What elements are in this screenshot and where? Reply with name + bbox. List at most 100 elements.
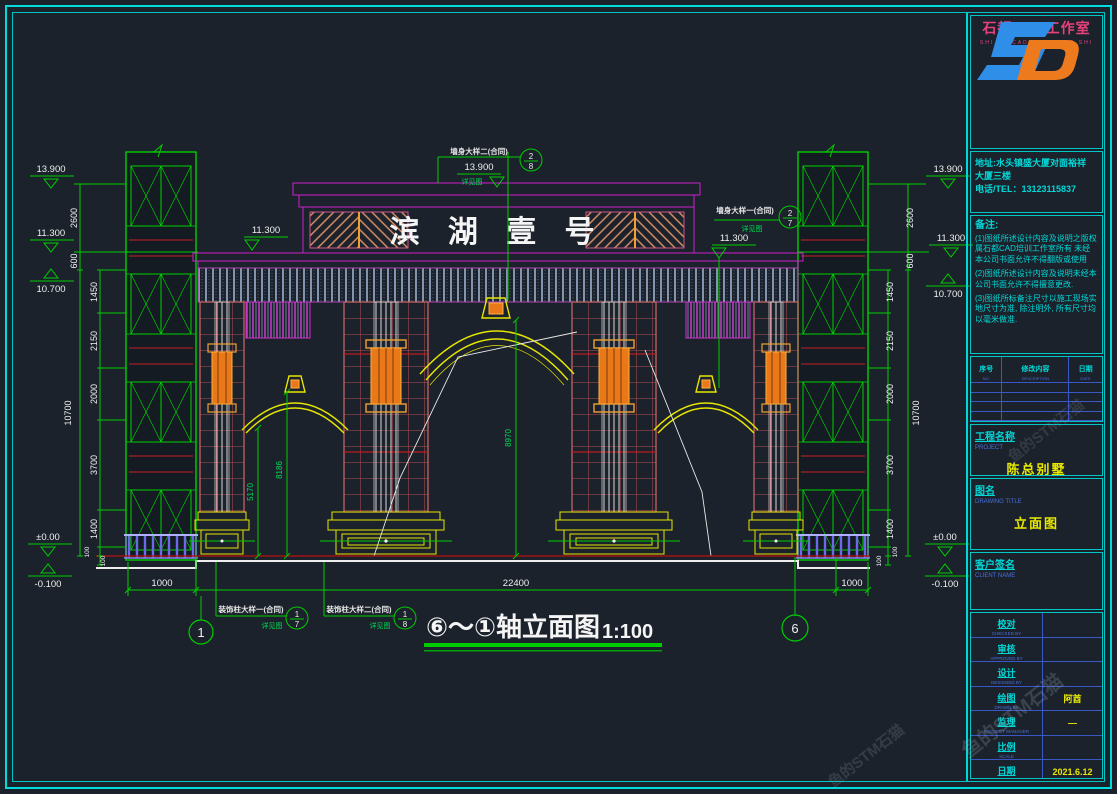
dim-text: 2150 <box>885 331 895 351</box>
dim-text: 1450 <box>885 282 895 302</box>
elev-text: -0.100 <box>35 579 62 590</box>
callout-fraction: 7 <box>295 620 300 629</box>
dim-text: 1000 <box>151 578 172 589</box>
callout-see: 详见图 <box>742 224 763 233</box>
dim-text: 3700 <box>89 455 99 475</box>
elev-text: ±0.00 <box>36 532 60 543</box>
row-designed-by: 设计DESIGNED BY <box>971 662 1102 687</box>
dim-text: 8186 <box>275 461 284 479</box>
callout-fraction: 1 <box>403 610 408 619</box>
title-block: 石都CAD工作室 SHI DU CAD GONG ZUO SHI 地址:水头镇盛… <box>966 13 1105 781</box>
dim-text: 1400 <box>89 519 99 539</box>
drawing-title-label-en: DRAWING TITLE <box>975 499 1098 505</box>
dim-text: 1450 <box>89 282 99 302</box>
rev-row-empty <box>971 412 1102 422</box>
elev-text: 13.900 <box>933 164 962 175</box>
dim-text: 2000 <box>885 384 895 404</box>
note-3: (3)图纸所标备注尺寸以施工现场实地尺寸为准, 除注明外, 所有尺寸均以毫米做准… <box>975 294 1098 325</box>
dim-text: 10700 <box>911 400 921 425</box>
elev-text: -0.100 <box>932 579 959 590</box>
row-approved-by: 审核APPROVED BY <box>971 638 1102 663</box>
notes-title: 备注: <box>975 219 1098 232</box>
callout-fraction: 2 <box>788 209 793 218</box>
dim-text: 2150 <box>89 331 99 351</box>
callout-fraction: 7 <box>788 219 793 228</box>
callout-fraction: 8 <box>529 162 534 171</box>
arches <box>242 298 758 433</box>
drawing-title-value: 立面图 <box>975 513 1098 532</box>
callout-label: 装饰柱大样二(合同) <box>326 604 392 614</box>
note-2: (2)图纸所述设计内容及说明未经本公司书面允许不得擅意更改. <box>975 269 1098 290</box>
elev-text: 13.900 <box>36 164 65 175</box>
elev-text: 11.300 <box>37 228 65 239</box>
row-checked-by: 校对CHECKED BY <box>971 613 1102 638</box>
address-line2: 大厦三楼 <box>975 170 1098 183</box>
gate-sign-text: 滨 湖 壹 号 <box>389 215 604 249</box>
note-1: (1)图纸所述设计内容及说明之版权属石都CAD培训工作室所有 未经本公司书面允许… <box>975 234 1098 265</box>
elev-text: ±0.00 <box>933 532 957 543</box>
project-label: 工程名称 <box>975 432 1015 443</box>
revision-table: 序号NO. 修改内容DESCRIPTION 日期DATE <box>970 356 1103 422</box>
drawing-title: ⑥～①轴立面图 1:100 <box>424 612 662 652</box>
elev-text: 11.300 <box>252 225 280 236</box>
callout-label: 墙身大样一(合同) <box>716 205 774 215</box>
dim-text: 3700 <box>885 455 895 475</box>
client-section: 客户签名 CLIENT NAME <box>970 552 1103 610</box>
rev-col-no: 序号NO. <box>971 357 1002 382</box>
project-section: 工程名称 PROJECT 陈总别墅 <box>970 424 1103 476</box>
client-label: 客户签名 <box>975 560 1015 571</box>
axis-bubble-right: 6 <box>791 621 798 636</box>
callout-label: 墙身大样二(合同) <box>450 146 508 156</box>
rev-row-empty <box>971 402 1102 412</box>
ground-line <box>96 561 870 568</box>
rev-row-empty <box>971 383 1102 393</box>
row-project-manager: 监理PROJECT MANAGER — <box>971 711 1102 736</box>
signature-rows: 校对CHECKED BY 审核APPROVED BY 设计DESIGNED BY… <box>970 612 1103 779</box>
dim-text: 100 <box>876 555 883 566</box>
dim-text: 600 <box>905 253 915 268</box>
elevation-drawing: 滨 湖 壹 号 <box>0 0 1117 794</box>
dim-text: 8970 <box>504 429 513 447</box>
dim-text: 1000 <box>841 578 862 589</box>
axis-bubble-left: 1 <box>197 625 204 640</box>
callout-see: 详见图 <box>462 177 483 186</box>
project-label-en: PROJECT <box>975 445 1098 451</box>
rev-col-desc: 修改内容DESCRIPTION <box>1002 357 1069 382</box>
callout-fraction: 1 <box>295 610 300 619</box>
callout-label: 装饰柱大样一(合同) <box>218 604 284 614</box>
callout-fraction: 8 <box>403 620 408 629</box>
elev-text: 11.300 <box>720 233 748 244</box>
dim-text: 100 <box>100 555 107 566</box>
title-text: ⑥～①轴立面图 <box>426 612 600 642</box>
project-value: 陈总别墅 <box>975 459 1098 476</box>
callout-see: 详见图 <box>262 621 283 630</box>
callout-see: 详见图 <box>370 621 391 630</box>
notes-section: 备注: (1)图纸所述设计内容及说明之版权属石都CAD培训工作室所有 未经本公司… <box>970 215 1103 354</box>
callout-fraction: 2 <box>529 152 534 161</box>
drawing-title-section: 图名 DRAWING TITLE 立面图 <box>970 478 1103 550</box>
dim-text: 600 <box>69 253 79 268</box>
dim-text: 100 <box>892 546 899 557</box>
rev-col-date: 日期DATE <box>1069 357 1102 382</box>
cad-sheet: 滨 湖 壹 号 <box>0 0 1117 794</box>
elev-text: 11.300 <box>937 233 965 244</box>
client-label-en: CLIENT NAME <box>975 573 1098 579</box>
studio-logo <box>971 16 1091 86</box>
dim-text: 2000 <box>89 384 99 404</box>
address-line1: 地址:水头镇盛大厦对面裕祥 <box>975 157 1098 170</box>
studio-address-section: 地址:水头镇盛大厦对面裕祥 大厦三楼 电话/TEL：13123115837 <box>970 151 1103 213</box>
dim-text: 22400 <box>503 578 529 589</box>
dim-text: 1400 <box>885 519 895 539</box>
rev-row-empty <box>971 393 1102 403</box>
row-scale: 比例SCALE <box>971 736 1102 761</box>
studio-logo-section: 石都CAD工作室 SHI DU CAD GONG ZUO SHI <box>970 15 1103 149</box>
drawing-title-label: 图名 <box>975 486 995 497</box>
elev-text: 10.700 <box>36 284 65 295</box>
row-date: 日期DATE 2021.6.12 <box>971 760 1102 779</box>
dim-text: 5170 <box>246 483 255 501</box>
elev-text: 10.700 <box>933 289 962 300</box>
dim-text: 2600 <box>905 208 915 228</box>
dim-text: 10700 <box>63 400 73 425</box>
title-scale: 1:100 <box>602 621 653 643</box>
dim-text: 100 <box>84 546 91 557</box>
